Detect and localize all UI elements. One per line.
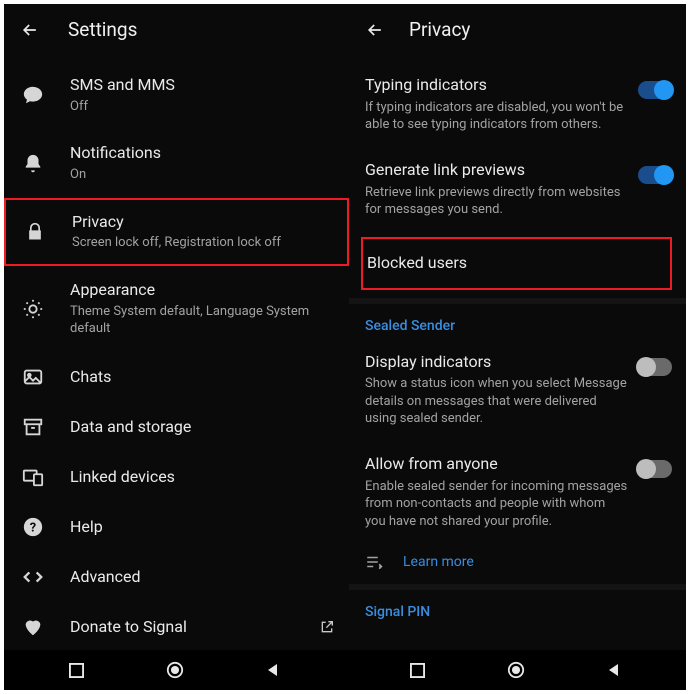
nav-back-icon[interactable]: [264, 661, 282, 679]
nav-recent-icon[interactable]: [68, 661, 86, 679]
bell-icon: [22, 153, 44, 175]
privacy-item-blocked-users[interactable]: Blocked users: [361, 237, 672, 290]
privacy-panel: Privacy Typing indicators If typing indi…: [349, 4, 686, 690]
privacy-list: Typing indicators If typing indicators a…: [349, 53, 686, 690]
item-sub: If typing indicators are disabled, you w…: [365, 99, 628, 134]
item-sub: Screen lock off, Registration lock off: [72, 234, 333, 252]
privacy-item-allow-anyone[interactable]: Allow from anyone Enable sealed sender f…: [349, 442, 686, 544]
item-title: Generate link previews: [365, 160, 628, 181]
settings-item-storage[interactable]: Data and storage: [4, 402, 349, 452]
toggle-allow-anyone[interactable]: [638, 460, 672, 478]
toggle-display-indicators[interactable]: [638, 358, 672, 376]
settings-list: SMS and MMS Off Notifications On Privacy…: [4, 53, 349, 690]
settings-item-help[interactable]: ? Help: [4, 502, 349, 552]
settings-item-linked-devices[interactable]: Linked devices: [4, 452, 349, 502]
settings-item-notifications[interactable]: Notifications On: [4, 129, 349, 197]
item-title: SMS and MMS: [70, 75, 335, 96]
item-title: Appearance: [70, 280, 335, 301]
svg-text:?: ?: [30, 521, 36, 536]
item-title: Allow from anyone: [365, 454, 628, 475]
sun-icon: [22, 298, 44, 320]
settings-item-privacy[interactable]: Privacy Screen lock off, Registration lo…: [4, 198, 349, 266]
back-arrow-icon[interactable]: [365, 20, 385, 40]
heart-icon: [22, 616, 44, 638]
back-arrow-icon[interactable]: [20, 20, 40, 40]
image-icon: [22, 366, 44, 388]
toggle-link-previews[interactable]: [638, 166, 672, 184]
note-icon: [365, 555, 383, 569]
privacy-title: Privacy: [409, 18, 470, 41]
code-icon: [22, 566, 44, 588]
devices-icon: [22, 466, 44, 488]
settings-header: Settings: [4, 4, 349, 53]
section-signal-pin: Signal PIN: [349, 590, 686, 620]
privacy-item-display-indicators[interactable]: Display indicators Show a status icon wh…: [349, 340, 686, 442]
item-title: Advanced: [70, 567, 335, 588]
item-sub: Retrieve link previews directly from web…: [365, 184, 628, 219]
settings-item-chats[interactable]: Chats: [4, 352, 349, 402]
settings-item-appearance[interactable]: Appearance Theme System default, Languag…: [4, 266, 349, 352]
item-title: Linked devices: [70, 467, 335, 488]
nav-home-icon[interactable]: [166, 661, 184, 679]
item-title: Notifications: [70, 143, 335, 164]
item-title: Display indicators: [365, 352, 628, 373]
help-icon: ?: [22, 516, 44, 538]
privacy-item-typing[interactable]: Typing indicators If typing indicators a…: [349, 63, 686, 148]
nav-recent-icon[interactable]: [409, 661, 427, 679]
item-sub: Off: [70, 98, 335, 116]
nav-home-icon[interactable]: [507, 661, 525, 679]
learn-more-link[interactable]: Learn more: [403, 554, 474, 570]
external-link-icon: [319, 619, 335, 635]
android-navbar: [4, 650, 686, 690]
settings-item-sms[interactable]: SMS and MMS Off: [4, 61, 349, 129]
learn-more-row: Learn more: [349, 544, 686, 584]
section-sealed-sender: Sealed Sender: [349, 304, 686, 340]
item-title: Typing indicators: [365, 75, 628, 96]
privacy-item-link-previews[interactable]: Generate link previews Retrieve link pre…: [349, 148, 686, 233]
archive-icon: [22, 416, 44, 438]
item-sub: Show a status icon when you select Messa…: [365, 375, 628, 428]
settings-item-donate[interactable]: Donate to Signal: [4, 602, 349, 652]
item-title: Privacy: [72, 212, 333, 233]
item-sub: Enable sealed sender for incoming messag…: [365, 478, 628, 531]
lock-icon: [24, 221, 46, 243]
item-sub: Theme System default, Language System de…: [70, 303, 335, 338]
item-title: Blocked users: [367, 253, 467, 272]
item-title: Help: [70, 517, 335, 538]
toggle-typing[interactable]: [638, 81, 672, 99]
settings-title: Settings: [68, 18, 137, 41]
item-title: Chats: [70, 367, 335, 388]
item-title: Data and storage: [70, 417, 335, 438]
settings-item-advanced[interactable]: Advanced: [4, 552, 349, 602]
chat-icon: [22, 84, 44, 106]
item-sub: On: [70, 166, 335, 184]
settings-panel: Settings SMS and MMS Off Notifications O…: [4, 4, 349, 690]
privacy-header: Privacy: [349, 4, 686, 53]
nav-back-icon[interactable]: [605, 661, 623, 679]
item-title: Donate to Signal: [70, 617, 293, 638]
